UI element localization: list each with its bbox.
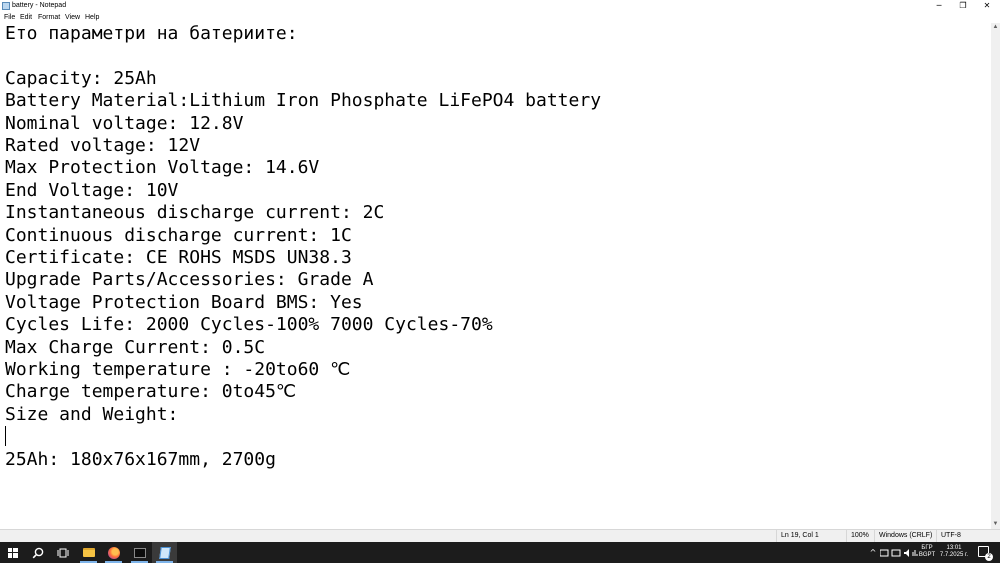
folder-icon [82, 548, 95, 557]
clock-date: 7.7.2025 г. [939, 552, 969, 558]
minimize-button[interactable]: ─ [927, 0, 951, 12]
scroll-down-icon[interactable]: ▼ [991, 520, 1000, 529]
show-hidden-icons-button[interactable]: ^ [868, 542, 878, 563]
text-line: Certificate: CE ROHS MSDS UN38.3 [5, 247, 352, 268]
text-line: Upgrade Parts/Accessories: Grade A [5, 269, 374, 291]
text-line: 25Ah: 180x76x167mm, 2700g [5, 448, 276, 470]
text-line: Rated voltage: 12V [5, 135, 201, 156]
notepad-icon [158, 546, 171, 559]
taskbar-file-explorer[interactable] [76, 542, 101, 563]
start-button[interactable] [0, 542, 25, 563]
cursor-position: Ln 19, Col 1 [776, 530, 846, 542]
text-caret [5, 426, 6, 446]
clock-time: 13:01 [946, 545, 962, 551]
text-line: Instantaneous discharge current: 2C [5, 202, 385, 224]
text-line: Voltage Protection Board BMS: Yes [5, 291, 363, 313]
menu-bar: File Edit Format View Help [0, 12, 1000, 22]
task-view-button[interactable] [50, 542, 75, 563]
task-view-icon [57, 548, 68, 557]
scroll-up-icon[interactable]: ▲ [991, 23, 1000, 32]
language-indicator[interactable]: БГР BGPT [918, 545, 936, 559]
firefox-icon [107, 546, 120, 559]
notepad-app-icon[interactable] [2, 2, 10, 10]
text-line: Working temperature : -20to60 ℃ [5, 359, 351, 380]
line-ending: Windows (CRLF) [874, 530, 936, 542]
taskbar-firefox[interactable] [101, 542, 126, 563]
text-line: Max Charge Current: 0.5C [5, 336, 266, 358]
text-line: Charge temperature: 0to45℃ [5, 381, 297, 403]
text-line: Cycles Life: 2000 Cycles-100% 7000 Cycle… [5, 314, 493, 336]
encoding: UTF-8 [936, 530, 991, 542]
language-code: БГР [921, 545, 933, 551]
text-line: Size and Weight: [5, 403, 179, 425]
menu-file[interactable]: File [4, 13, 15, 22]
status-bar: Ln 19, Col 1 100% Windows (CRLF) UTF-8 [0, 529, 1000, 542]
zoom-level: 100% [846, 530, 874, 542]
search-icon [32, 547, 43, 558]
text-line: Max Protection Voltage: 14.6V [5, 157, 320, 179]
taskbar-terminal[interactable] [127, 542, 152, 563]
menu-help[interactable]: Help [85, 13, 99, 22]
tray-status-icons [880, 548, 918, 557]
title-bar[interactable]: battery - Notepad ─ ❐ ✕ [0, 0, 1000, 12]
text-line: End Voltage: 10V [5, 179, 179, 201]
terminal-icon [133, 547, 146, 558]
clock[interactable]: 13:01 7.7.2025 г. [936, 545, 972, 559]
vertical-scrollbar[interactable]: ▲ ▼ [991, 23, 1000, 529]
text-line: Capacity: 25Ah [5, 67, 157, 89]
text-line: Continuous discharge current: 1C [5, 224, 352, 246]
search-button[interactable] [25, 542, 50, 563]
menu-format[interactable]: Format [38, 13, 60, 22]
text-editor[interactable]: Ето параметри на батериите: Capacity: 25… [0, 23, 991, 528]
close-button[interactable]: ✕ [975, 0, 999, 12]
system-tray-icons[interactable] [880, 542, 920, 563]
text-line: Ето параметри на батериите: [5, 23, 298, 44]
text-line: Battery Material:Lithium Iron Phosphate … [5, 90, 602, 112]
menu-edit[interactable]: Edit [20, 13, 32, 22]
taskbar-notepad[interactable] [152, 542, 177, 563]
notification-badge: 2 [985, 553, 993, 561]
menu-view[interactable]: View [65, 13, 80, 22]
text-line: Nominal voltage: 12.8V [5, 112, 244, 134]
restore-button[interactable]: ❐ [951, 0, 975, 12]
windows-logo-icon [7, 547, 18, 558]
window-title: battery - Notepad [12, 2, 67, 9]
keyboard-layout: BGPT [918, 552, 936, 558]
taskbar: ^ БГР BGPT 13:01 7.7.2025 г. 2 [0, 542, 1000, 563]
